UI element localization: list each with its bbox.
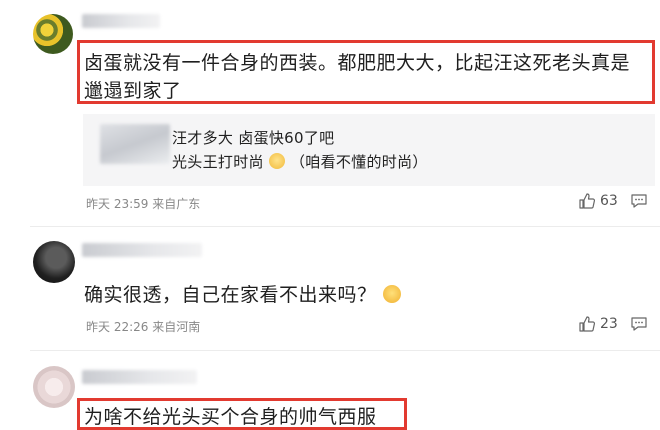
reply-username-blurred xyxy=(100,124,170,164)
comment-text: 确实很透，自己在家看不出来吗？ xyxy=(84,280,402,307)
reply-text-main: 光头王打时尚 xyxy=(172,153,264,171)
smile-emoji-icon xyxy=(268,153,285,169)
like-count: 23 xyxy=(600,316,618,332)
avatar[interactable] xyxy=(33,366,75,408)
comment-text: 为啥不给光头买个合身的帅气西服 xyxy=(84,406,377,428)
divider xyxy=(30,226,660,227)
laugh-cry-emoji-icon xyxy=(383,285,402,303)
like-button[interactable]: 23 xyxy=(578,316,618,332)
divider xyxy=(30,350,660,351)
comment-text: 卤蛋就没有一件合身的西装。都肥肥大大，比起汪这死老头真是 xyxy=(84,52,631,74)
comment-text-body: 确实很透，自己在家看不出来吗？ xyxy=(84,284,377,306)
reply-text-line2: 光头王打时尚 （咱看不懂的时尚） xyxy=(172,151,428,172)
username-blurred xyxy=(82,370,197,384)
avatar[interactable] xyxy=(33,241,75,283)
thumbs-up-icon xyxy=(579,193,596,209)
timestamp: 昨天 22:26 来自河南 xyxy=(86,320,201,334)
username-blurred xyxy=(82,14,160,28)
like-count: 63 xyxy=(600,193,618,209)
avatar[interactable] xyxy=(33,14,73,54)
reply-text-suffix: （咱看不懂的时尚） xyxy=(289,153,428,171)
comment-icon[interactable] xyxy=(630,193,648,213)
comment-text-continued: 邋遢到家了 xyxy=(84,80,182,102)
reply-text: 汪才多大 卤蛋快60了吧 xyxy=(172,129,335,147)
timestamp: 昨天 23:59 来自广东 xyxy=(86,197,201,211)
comment-icon[interactable] xyxy=(630,316,648,336)
username-blurred xyxy=(82,243,202,257)
thumbs-up-icon xyxy=(579,316,596,332)
like-button[interactable]: 63 xyxy=(578,193,618,209)
